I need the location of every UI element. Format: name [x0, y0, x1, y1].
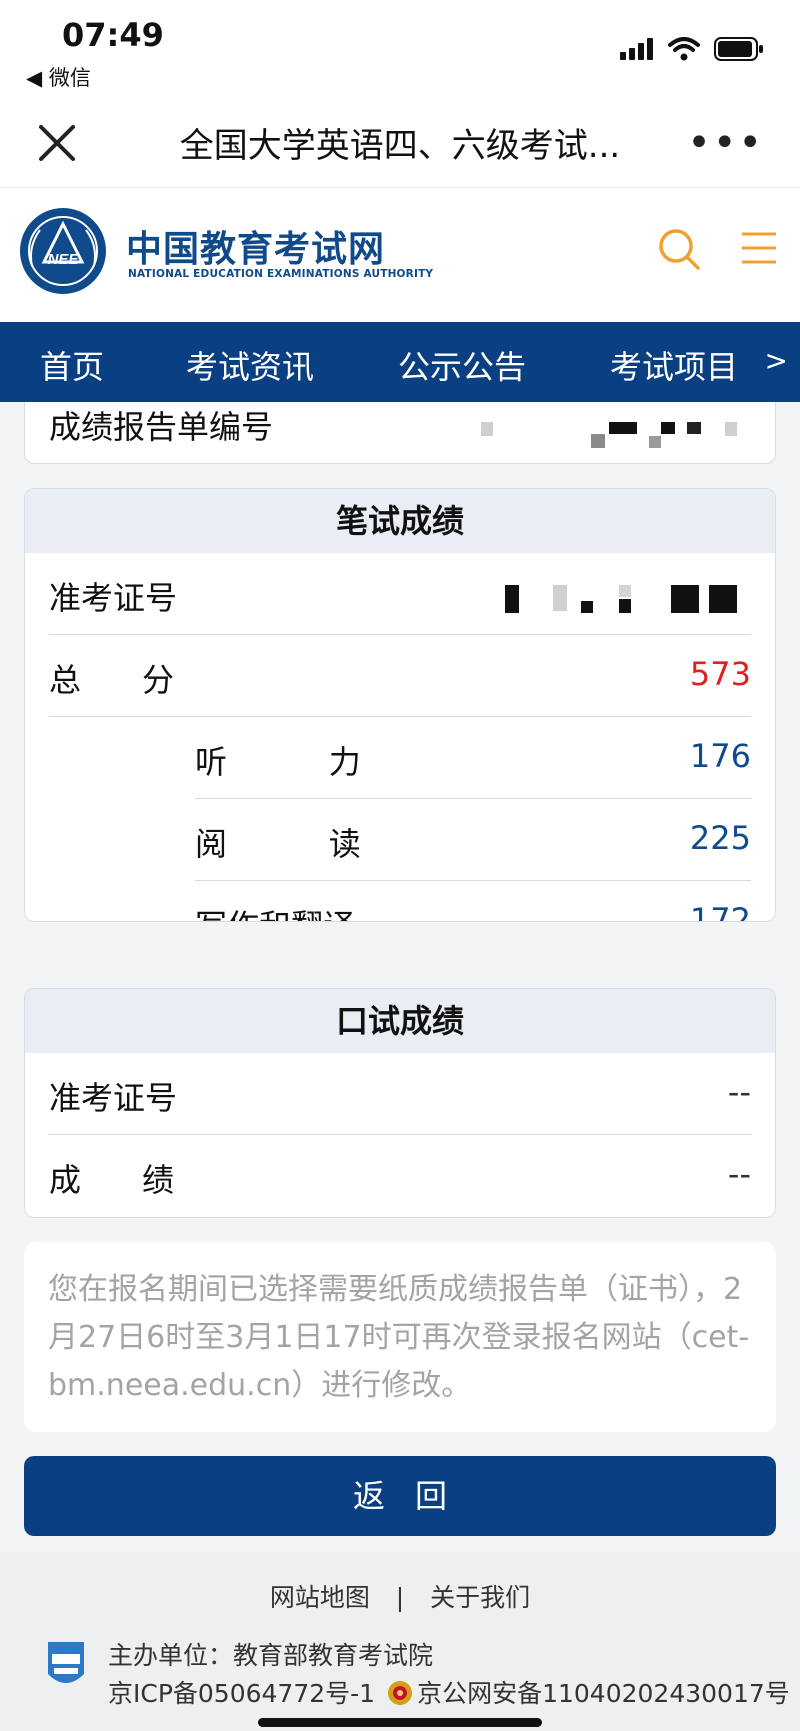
- writing-score-row: 写作和翻译 172: [195, 881, 751, 922]
- written-exam-id-label: 准考证号: [49, 579, 178, 617]
- oral-exam-id-value: --: [727, 1073, 751, 1111]
- neea-emblem-icon: NEE: [20, 208, 106, 294]
- score-content: 成绩报告单编号 笔试成绩 准考证号 总 分 573 听 力 176 阅 读 22…: [0, 402, 800, 1552]
- footer-separator: |: [395, 1583, 405, 1612]
- page-title: 全国大学英语四、六级考试...: [179, 126, 621, 166]
- nav-item-exams[interactable]: 考试项目: [610, 342, 738, 388]
- cellular-signal-icon: [620, 38, 653, 60]
- writing-score-label: 写作和翻译: [195, 901, 355, 921]
- total-score-row: 总 分 573: [49, 635, 751, 717]
- svg-text:NEE: NEE: [48, 251, 80, 268]
- oral-score-row: 成 绩 --: [49, 1135, 751, 1217]
- nav-item-notices[interactable]: 公示公告: [398, 342, 526, 388]
- report-number-label: 成绩报告单编号: [49, 408, 274, 446]
- return-button[interactable]: 返回: [24, 1456, 776, 1536]
- oral-score-title: 口试成绩: [25, 989, 775, 1053]
- menu-icon[interactable]: [740, 230, 778, 266]
- report-number-card: 成绩报告单编号: [24, 402, 776, 464]
- sitemap-link[interactable]: 网站地图: [270, 1583, 370, 1612]
- listening-score-row: 听 力 176: [195, 717, 751, 799]
- written-score-card: 笔试成绩 准考证号 总 分 573 听 力 176 阅 读 225 172: [24, 488, 776, 922]
- battery-icon: [714, 37, 763, 61]
- status-icons: [620, 34, 764, 64]
- back-to-wechat[interactable]: ◀ 微信: [26, 62, 91, 92]
- writing-score-value: 172: [689, 901, 751, 922]
- oral-exam-id-row: 准考证号 --: [49, 1053, 751, 1135]
- written-exam-id-masked: [481, 579, 751, 613]
- site-name-cn: 中国教育考试网: [126, 229, 386, 270]
- about-us-link[interactable]: 关于我们: [430, 1583, 530, 1612]
- more-options-icon[interactable]: •••: [687, 123, 764, 163]
- police-record-link[interactable]: 京公网安备11040202430017号: [417, 1679, 790, 1708]
- site-name-en: NATIONAL EDUCATION EXAMINATIONS AUTHORIT…: [128, 268, 434, 280]
- wifi-icon: [668, 37, 700, 61]
- main-nav: 首页 考试资讯 公示公告 考试项目 >: [0, 322, 800, 402]
- search-icon[interactable]: [656, 226, 702, 272]
- reading-score-label: 阅 读: [195, 825, 361, 863]
- site-footer: 网站地图 | 关于我们 主办单位：教育部教育考试院 京ICP备05064772号…: [0, 1552, 800, 1731]
- total-score-value: 573: [689, 655, 751, 693]
- written-exam-id-row: 准考证号: [49, 553, 751, 635]
- close-icon[interactable]: [38, 124, 76, 162]
- footer-host: 主办单位：教育部教育考试院: [108, 1641, 434, 1670]
- home-indicator: [258, 1718, 542, 1727]
- status-time: 07:49: [62, 16, 164, 54]
- status-bar: 07:49 ◀ 微信: [0, 0, 800, 100]
- oral-score-value: --: [727, 1155, 751, 1193]
- nav-item-news[interactable]: 考试资讯: [186, 342, 314, 388]
- oral-score-card: 口试成绩 准考证号 -- 成 绩 --: [24, 988, 776, 1218]
- oral-exam-id-label: 准考证号: [49, 1079, 178, 1117]
- oral-score-label: 成 绩: [49, 1161, 175, 1199]
- total-score-label: 总 分: [49, 661, 175, 699]
- paper-report-note: 您在报名期间已选择需要纸质成绩报告单（证书），2月27日6时至3月1日17时可再…: [24, 1242, 776, 1432]
- title-bar: 全国大学英语四、六级考试... •••: [0, 100, 800, 188]
- reading-score-value: 225: [689, 819, 751, 857]
- site-header: NEE 中国教育考试网 NATIONAL EDUCATION EXAMINATI…: [0, 188, 800, 322]
- report-number-row: 成绩报告单编号: [49, 402, 751, 463]
- institution-badge-icon: [48, 1642, 84, 1683]
- reading-score-row: 阅 读 225: [195, 799, 751, 881]
- icp-license-link[interactable]: 京ICP备05064772号-1: [108, 1679, 375, 1708]
- listening-score-value: 176: [689, 737, 751, 775]
- listening-score-label: 听 力: [195, 743, 361, 781]
- footer-icp-line: 京ICP备05064772号-1 京公网安备11040202430017号: [108, 1674, 790, 1710]
- written-score-title: 笔试成绩: [25, 489, 775, 553]
- footer-links: 网站地图 | 关于我们: [0, 1578, 800, 1614]
- nav-item-home[interactable]: 首页: [40, 342, 104, 388]
- report-number-masked: [481, 422, 751, 456]
- nav-more-arrow[interactable]: >: [765, 344, 788, 377]
- police-badge-icon: [388, 1681, 413, 1705]
